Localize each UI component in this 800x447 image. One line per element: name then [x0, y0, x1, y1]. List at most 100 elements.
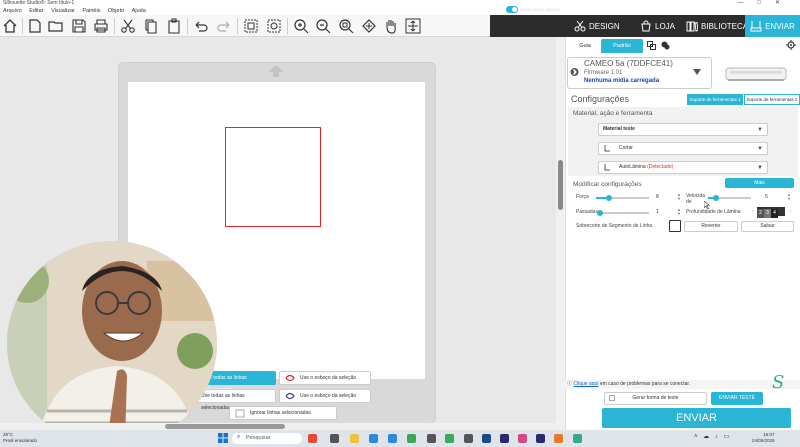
- use-outline-button[interactable]: Use o esboço da seleção: [279, 371, 371, 385]
- zoom-out-icon[interactable]: [314, 17, 332, 35]
- depth-option[interactable]: 2: [757, 209, 764, 218]
- new-file-icon[interactable]: [26, 17, 44, 35]
- chevron-down-icon[interactable]: [693, 69, 701, 75]
- depth-increment[interactable]: ›: [790, 209, 791, 213]
- taskbar-app-icon[interactable]: [388, 434, 397, 443]
- menu-visualizar[interactable]: Visualizar: [51, 7, 75, 15]
- tool-holder-2-tab[interactable]: Suporte de ferramentas 2: [744, 94, 800, 105]
- generate-test-shape-label: Gerar forma de teste: [632, 395, 679, 401]
- layers-icon[interactable]: [647, 41, 656, 50]
- system-tray-icons[interactable]: ˄ ☁ ♪ ▭: [694, 433, 731, 440]
- vertical-scroll-thumb[interactable]: [558, 160, 563, 210]
- tool-dropdown[interactable]: AutoLâmina (Detectado) ▼: [598, 161, 768, 174]
- menu-ajuda[interactable]: Ajuda: [132, 7, 146, 15]
- action-dropdown[interactable]: Cortar ▼: [598, 142, 768, 155]
- tool-holder-1-tab[interactable]: Suporte de ferramentas 1: [687, 94, 743, 105]
- chevron-down-icon: ▼: [757, 165, 763, 171]
- zoom-select-icon[interactable]: [337, 17, 355, 35]
- passes-slider-knob[interactable]: [597, 210, 603, 216]
- vertical-scrollbar[interactable]: [556, 37, 565, 430]
- tab-guia[interactable]: Guia: [573, 40, 597, 52]
- cut-icon[interactable]: [119, 17, 137, 35]
- horizontal-scroll-thumb[interactable]: [165, 424, 285, 429]
- force-slider-knob[interactable]: [606, 195, 612, 201]
- window-controls[interactable]: —□✕: [737, 0, 794, 7]
- taskbar-app-icon[interactable]: [500, 434, 509, 443]
- outline-blue-icon: [285, 392, 295, 400]
- speed-stepper[interactable]: ▲ ▼: [787, 193, 791, 201]
- weather-widget[interactable]: 28°C Predi ensolarado: [3, 432, 37, 443]
- tab-design[interactable]: DESIGN: [574, 15, 620, 37]
- taskbar-app-icon[interactable]: [308, 434, 317, 443]
- taskbar-clock[interactable]: 15:07 24/05/2026: [752, 432, 775, 444]
- steam-icon[interactable]: [482, 434, 491, 443]
- save-settings-button[interactable]: Salvar: [741, 221, 794, 232]
- taskbar-app-icon[interactable]: [464, 434, 473, 443]
- depth-option[interactable]: 3: [764, 209, 771, 218]
- home-icon[interactable]: [1, 17, 19, 35]
- zoom-in-icon[interactable]: [292, 17, 310, 35]
- force-stepper[interactable]: ▲ ▼: [677, 193, 681, 201]
- depth-decrement[interactable]: ‹: [752, 209, 753, 213]
- menu-objeto[interactable]: Objeto: [108, 7, 124, 15]
- silhouette-app-icon[interactable]: [573, 434, 582, 443]
- overcut-checkbox[interactable]: [669, 220, 681, 232]
- generate-test-shape-button[interactable]: Gerar forma de teste: [604, 392, 707, 405]
- revert-button[interactable]: Reverter: [684, 221, 738, 232]
- gear-icon[interactable]: [786, 40, 796, 50]
- minimize-button[interactable]: —: [737, 0, 757, 6]
- tab-padrao[interactable]: Padrão: [601, 39, 643, 53]
- paste-icon[interactable]: [165, 17, 183, 35]
- taskbar-app-icon[interactable]: [445, 434, 454, 443]
- windows-start-icon[interactable]: [218, 433, 228, 443]
- taskbar-app-icon[interactable]: [330, 434, 339, 443]
- fit-page-icon[interactable]: [360, 17, 378, 35]
- maximize-button[interactable]: □: [757, 0, 775, 6]
- taskbar-app-icon[interactable]: [407, 434, 416, 443]
- passes-slider-track[interactable]: [600, 212, 649, 214]
- ungroup-icon[interactable]: [265, 17, 283, 35]
- menu-paineis[interactable]: Painéis: [82, 7, 100, 15]
- tab-loja[interactable]: LOJA: [640, 15, 675, 37]
- group-icon[interactable]: [242, 17, 260, 35]
- toolbar-divider: [114, 18, 115, 34]
- undo-icon[interactable]: [192, 17, 210, 35]
- selected-square-shape[interactable]: [225, 127, 321, 227]
- help-link[interactable]: Clique aqui: [573, 381, 598, 387]
- taskbar-app-icon[interactable]: [536, 434, 545, 443]
- speed-slider-knob[interactable]: [713, 195, 719, 201]
- force-slider-track[interactable]: [609, 197, 649, 199]
- open-folder-icon[interactable]: [47, 17, 65, 35]
- use-all-lines-button-2[interactable]: Use todas as linhas selecionadas: [196, 389, 276, 411]
- depth-option[interactable]: 4: [771, 209, 778, 218]
- tab-enviar[interactable]: ENVIAR: [745, 15, 800, 37]
- more-button[interactable]: Mais: [725, 178, 794, 188]
- color-fill-icon[interactable]: [661, 41, 670, 50]
- send-button[interactable]: ENVIAR: [602, 408, 791, 428]
- tab-biblioteca[interactable]: BIBLIOTECA: [686, 15, 748, 37]
- menu-arquivo[interactable]: Arquivo: [3, 7, 22, 15]
- taskbar-app-icon[interactable]: [427, 434, 436, 443]
- taskbar-app-icon[interactable]: [554, 434, 563, 443]
- move-icon[interactable]: [404, 17, 422, 35]
- speed-slider-track[interactable]: [716, 197, 751, 199]
- send-test-button[interactable]: ENVIAR TESTE: [711, 392, 763, 405]
- ignore-lines-button[interactable]: Ignorar linhas selecionadas: [229, 406, 337, 420]
- copy-icon[interactable]: [142, 17, 160, 35]
- use-outline-button-2[interactable]: Use o esboço da seleção: [279, 389, 371, 403]
- force-value: 8: [656, 194, 659, 200]
- material-dropdown[interactable]: Material teste ▼: [598, 123, 768, 136]
- pan-hand-icon[interactable]: [382, 17, 400, 35]
- save-icon[interactable]: [70, 17, 88, 35]
- blade-depth-selector[interactable]: 234: [757, 207, 785, 218]
- close-button[interactable]: ✕: [775, 0, 794, 6]
- print-icon[interactable]: [92, 17, 110, 35]
- taskbar-app-icon[interactable]: [518, 434, 527, 443]
- taskbar-search[interactable]: Pesquisar: [232, 433, 302, 444]
- taskbar-app-icon[interactable]: [369, 434, 378, 443]
- start-mode-toggle[interactable]: [506, 6, 518, 13]
- passes-stepper[interactable]: ▲ ▼: [677, 208, 681, 216]
- file-explorer-icon[interactable]: [350, 434, 359, 443]
- redo-icon[interactable]: [215, 17, 233, 35]
- menu-editar[interactable]: Editar: [29, 7, 43, 15]
